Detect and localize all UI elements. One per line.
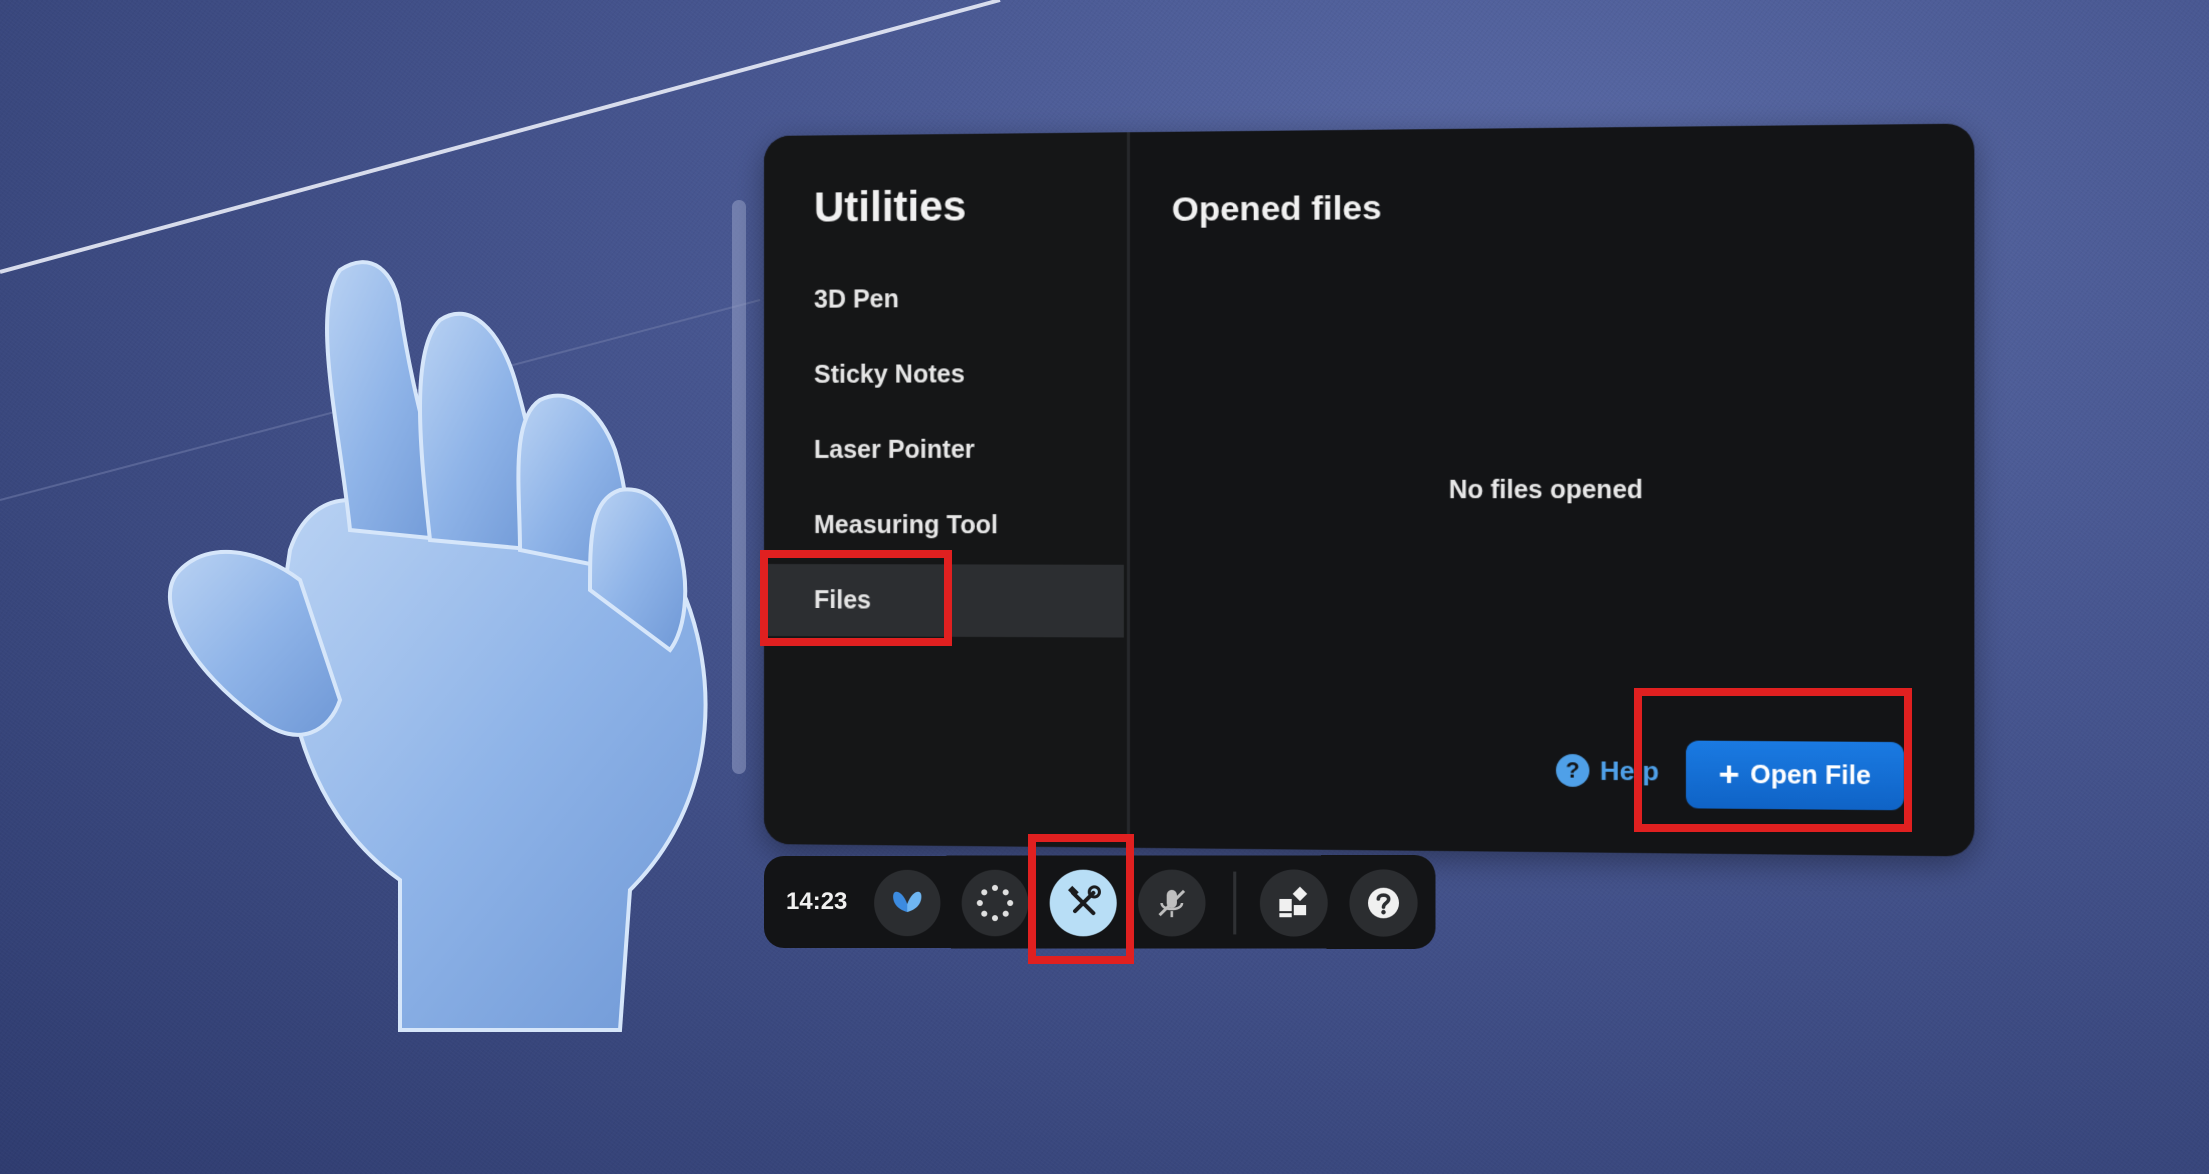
virtual-hand xyxy=(168,260,708,1032)
sidebar-item-label: 3D Pen xyxy=(813,284,899,314)
mute-mic-button[interactable] xyxy=(1138,869,1206,937)
empty-state-message: No files opened xyxy=(1448,475,1643,505)
highlight-utilities-button xyxy=(1028,834,1134,964)
help-circle-icon: ? xyxy=(1555,753,1590,787)
sidebar-item-3d-pen[interactable]: 3D Pen xyxy=(764,262,1124,336)
sidebar-item-label: Measuring Tool xyxy=(813,510,998,539)
help-button[interactable] xyxy=(1349,869,1418,937)
sidebar-item-laser-pointer[interactable]: Laser Pointer xyxy=(764,413,1124,486)
vr-scene: Utilities 3D Pen Sticky Notes Laser Poin… xyxy=(0,0,2209,1174)
panel-scroll-handle[interactable] xyxy=(732,200,746,774)
apps-icon xyxy=(1279,886,1308,918)
sidebar-title: Utilities xyxy=(813,182,967,231)
sidebar-item-label: Laser Pointer xyxy=(813,435,975,464)
apps-button[interactable] xyxy=(1259,869,1328,937)
butterfly-button[interactable] xyxy=(874,869,941,937)
activity-button[interactable] xyxy=(961,869,1029,937)
sidebar-item-label: Sticky Notes xyxy=(813,359,965,389)
help-icon xyxy=(1367,887,1400,919)
page-title: Opened files xyxy=(1171,188,1382,229)
butterfly-icon xyxy=(893,891,922,913)
toolbar-divider xyxy=(1233,871,1237,935)
mic-muted-icon xyxy=(1151,883,1192,923)
highlight-files-item xyxy=(760,550,952,646)
loading-dots-icon xyxy=(976,884,1014,922)
utilities-sidebar: Utilities 3D Pen Sticky Notes Laser Poin… xyxy=(764,132,1130,848)
sidebar-item-sticky-notes[interactable]: Sticky Notes xyxy=(764,337,1124,411)
clock: 14:23 xyxy=(785,887,848,916)
highlight-open-file-button xyxy=(1634,688,1912,832)
